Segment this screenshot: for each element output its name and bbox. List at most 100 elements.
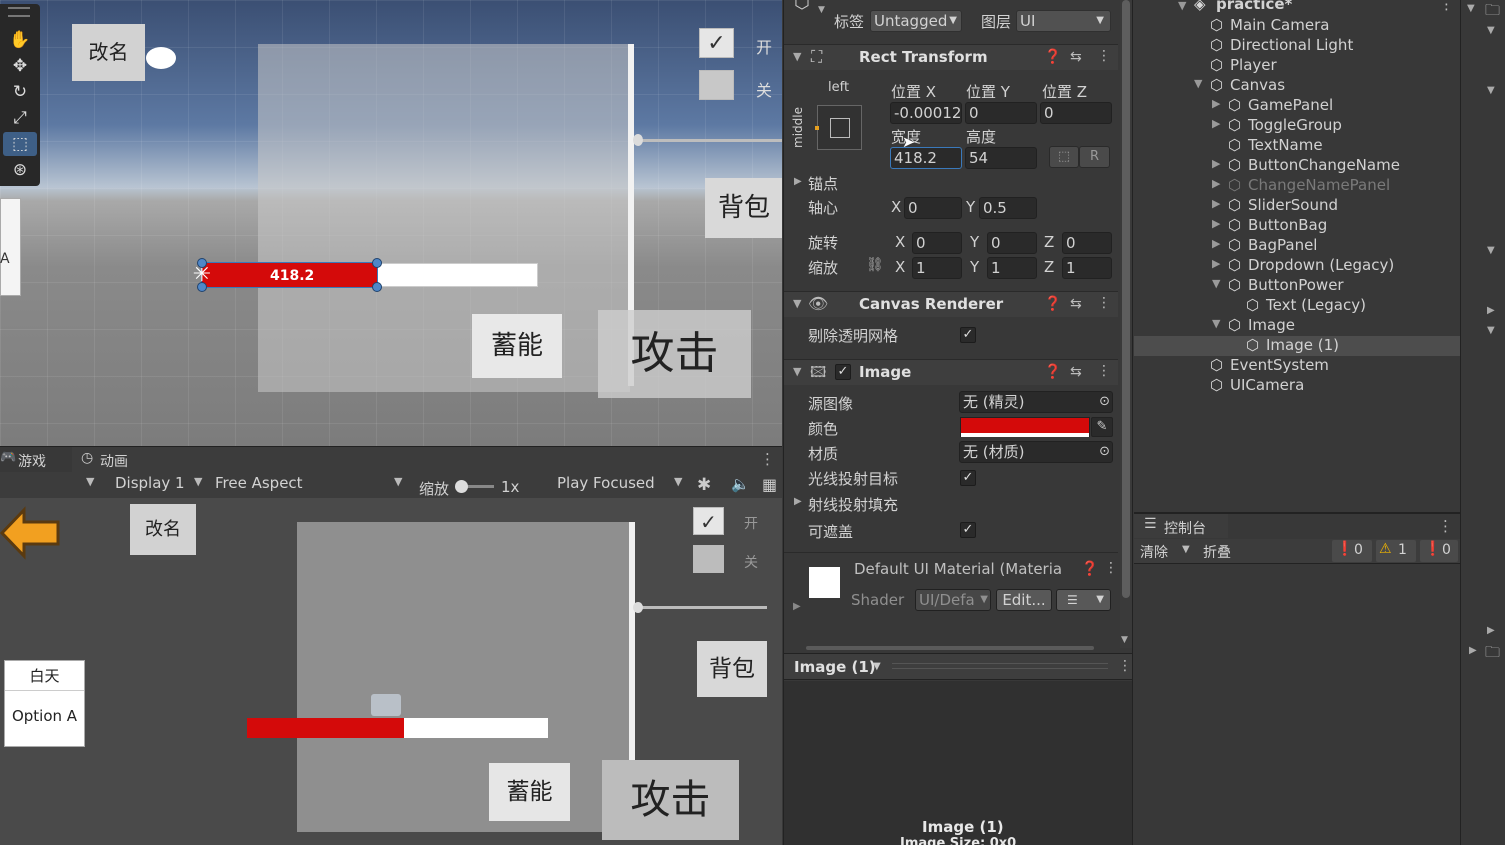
scroll-down-icon[interactable]: ▼: [1121, 635, 1128, 645]
hierarchy-item[interactable]: ▶ ⬡ ChangeNamePanel: [1134, 176, 1460, 196]
rot-z-field[interactable]: 0: [1062, 232, 1112, 254]
foldout-arrow-icon[interactable]: ▶: [793, 601, 801, 612]
pos-y-field[interactable]: 0: [965, 102, 1037, 124]
chevron-down-icon[interactable]: ▼: [873, 661, 881, 672]
source-image-field[interactable]: 无 (精灵) ⊙: [959, 391, 1113, 413]
scene-slider-handle[interactable]: [633, 134, 643, 146]
shader-dropdown[interactable]: UI/Defa ▼: [915, 589, 991, 611]
raw-edit-button[interactable]: R: [1079, 146, 1110, 168]
foldout-arrow-icon[interactable]: ▶: [794, 176, 802, 187]
game-mode-dropdown[interactable]: ▼: [0, 473, 102, 497]
rect-handle[interactable]: [197, 258, 207, 268]
foldout-arrow-icon[interactable]: ▶: [1212, 177, 1220, 190]
more-menu-icon[interactable]: ⋮: [1439, 0, 1454, 13]
hierarchy-item[interactable]: ▶ ⬡ GamePanel: [1134, 96, 1460, 116]
scene-toggle-on[interactable]: ✓: [699, 28, 734, 58]
rotate-tool-icon[interactable]: ↻: [3, 80, 37, 104]
image-enabled-checkbox[interactable]: ✓: [835, 364, 851, 380]
color-swatch[interactable]: [960, 417, 1090, 437]
pos-x-field[interactable]: -0.00012: [890, 102, 962, 124]
game-dropdown[interactable]: 白天 Option A: [4, 660, 85, 747]
raycast-padding-label[interactable]: 射线投射填充: [808, 494, 898, 515]
hierarchy-item[interactable]: ▶ ⬡ BagPanel: [1134, 236, 1460, 256]
foldout-arrow-icon[interactable]: ▼: [1487, 245, 1495, 256]
hierarchy-item[interactable]: ⬡ EventSystem: [1134, 356, 1460, 376]
hierarchy-item[interactable]: ▶ ⬡ SliderSound: [1134, 196, 1460, 216]
more-menu-icon[interactable]: ⋮: [760, 450, 775, 468]
preset-icon[interactable]: ⇆: [1070, 364, 1082, 380]
foldout-arrow-icon[interactable]: ▶: [1487, 305, 1495, 316]
transform-tool-icon[interactable]: ⊛: [3, 158, 37, 182]
scale-x-field[interactable]: 1: [912, 257, 962, 279]
pos-z-field[interactable]: 0: [1040, 102, 1112, 124]
rect-tool-icon[interactable]: ⬚: [3, 132, 37, 156]
tag-dropdown[interactable]: Untagged ▼: [870, 10, 962, 32]
foldout-arrow-icon[interactable]: ▶: [1212, 217, 1220, 230]
layer-dropdown[interactable]: UI ▼: [1016, 10, 1111, 32]
audio-icon[interactable]: 🔈: [731, 475, 750, 493]
scene-view[interactable]: A ✋ ✥ ↻ ⤢ ⬚ ⊛ 改名 ✓ 开 关 背包 418.2 ✳ 蓄能 攻击: [0, 0, 782, 446]
width-field[interactable]: 418.2: [890, 147, 962, 169]
inspector-scrollbar[interactable]: ▼: [1120, 0, 1132, 648]
game-charge-button[interactable]: 蓄能: [489, 763, 570, 821]
hierarchy-item[interactable]: ⬡ Text (Legacy): [1134, 296, 1460, 316]
game-toggle-on[interactable]: ✓: [693, 507, 724, 535]
hierarchy-item[interactable]: ▶ ⬡ Dropdown (Legacy): [1134, 256, 1460, 276]
scale-tool-icon[interactable]: ⤢: [3, 106, 37, 130]
scene-toggle-off[interactable]: [699, 70, 734, 100]
hierarchy-item[interactable]: ▼ ⬡ Image: [1134, 316, 1460, 336]
preset-icon[interactable]: ⇆: [1070, 296, 1082, 312]
preview-resize-handle[interactable]: [892, 663, 1108, 669]
scene-dropdown-partial[interactable]: [0, 198, 21, 296]
help-icon[interactable]: ❓: [1044, 364, 1061, 380]
tab-animation[interactable]: ◷ 动画: [80, 447, 150, 472]
scale-z-field[interactable]: 1: [1062, 257, 1112, 279]
game-bag-button[interactable]: 背包: [697, 641, 767, 697]
clear-button[interactable]: 清除: [1140, 542, 1168, 562]
object-picker-icon[interactable]: ⊙: [1099, 392, 1110, 412]
more-menu-icon[interactable]: ⋮: [1118, 658, 1132, 674]
foldout-arrow-icon[interactable]: ▶: [1487, 625, 1495, 636]
drag-handle-icon[interactable]: [8, 7, 30, 17]
foldout-arrow-icon[interactable]: ▼: [1194, 77, 1202, 90]
scale-slider-thumb[interactable]: [455, 480, 468, 493]
blueprint-mode-icon[interactable]: ⬚: [1049, 146, 1079, 168]
cull-transparent-checkbox[interactable]: ✓: [960, 327, 976, 343]
tab-game[interactable]: 🎮 游戏: [0, 447, 72, 472]
game-view[interactable]: 改名 ✓ 开 关 背包 白天 Option A 蓄能 攻击: [0, 498, 782, 845]
anchor-preset-button[interactable]: [815, 105, 862, 150]
game-toggle-off[interactable]: [693, 545, 724, 573]
hierarchy-item[interactable]: ▶ ⬡ ButtonChangeName: [1134, 156, 1460, 176]
scene-bag-button[interactable]: 背包: [705, 178, 782, 238]
help-icon[interactable]: ❓: [1044, 296, 1061, 312]
move-tool-icon[interactable]: ✥: [3, 54, 37, 78]
foldout-arrow-icon[interactable]: ▶: [1469, 645, 1477, 656]
rect-handle[interactable]: [372, 282, 382, 292]
hierarchy-item[interactable]: ⬡ Main Camera: [1134, 16, 1460, 36]
chevron-down-icon[interactable]: ▼: [1182, 544, 1190, 555]
help-icon[interactable]: ❓: [1081, 561, 1098, 577]
preview-title[interactable]: Image (1): [794, 658, 876, 676]
scene-game-panel[interactable]: [258, 44, 630, 392]
hierarchy-item[interactable]: ▼ ⬡ Canvas: [1134, 76, 1460, 96]
error-filter-button[interactable]: ❗ 0: [1420, 540, 1458, 562]
constrain-link-icon[interactable]: ⛓: [866, 257, 884, 273]
foldout-arrow-icon[interactable]: ▼: [1212, 317, 1220, 330]
rot-y-field[interactable]: 0: [987, 232, 1037, 254]
rect-handle[interactable]: [197, 282, 207, 292]
hierarchy-item[interactable]: ⬡ UICamera: [1134, 376, 1460, 396]
bug-icon[interactable]: ✱: [697, 475, 711, 495]
hierarchy-item[interactable]: ⬡ Image (1): [1134, 336, 1460, 356]
hierarchy-item[interactable]: ⬡ Directional Light: [1134, 36, 1460, 56]
raycast-target-checkbox[interactable]: ✓: [960, 470, 976, 486]
hand-tool-icon[interactable]: ✋: [3, 28, 37, 52]
hierarchy-scene-row[interactable]: ▼ ◈ practice* ⋮: [1134, 0, 1460, 16]
foldout-arrow-icon[interactable]: ▶: [1212, 117, 1220, 130]
foldout-arrow-icon[interactable]: ▼: [1487, 325, 1495, 336]
shader-edit-button[interactable]: Edit...: [996, 589, 1052, 611]
maskable-checkbox[interactable]: ✓: [960, 522, 976, 538]
rect-transform-header[interactable]: ▼ ⛶ Rect Transform ❓ ⇆ ⋮: [784, 44, 1118, 70]
pivot-y-field[interactable]: 0.5: [979, 197, 1037, 219]
foldout-arrow-icon[interactable]: ▼: [1487, 25, 1495, 36]
more-menu-icon[interactable]: ⋮: [1097, 48, 1111, 64]
